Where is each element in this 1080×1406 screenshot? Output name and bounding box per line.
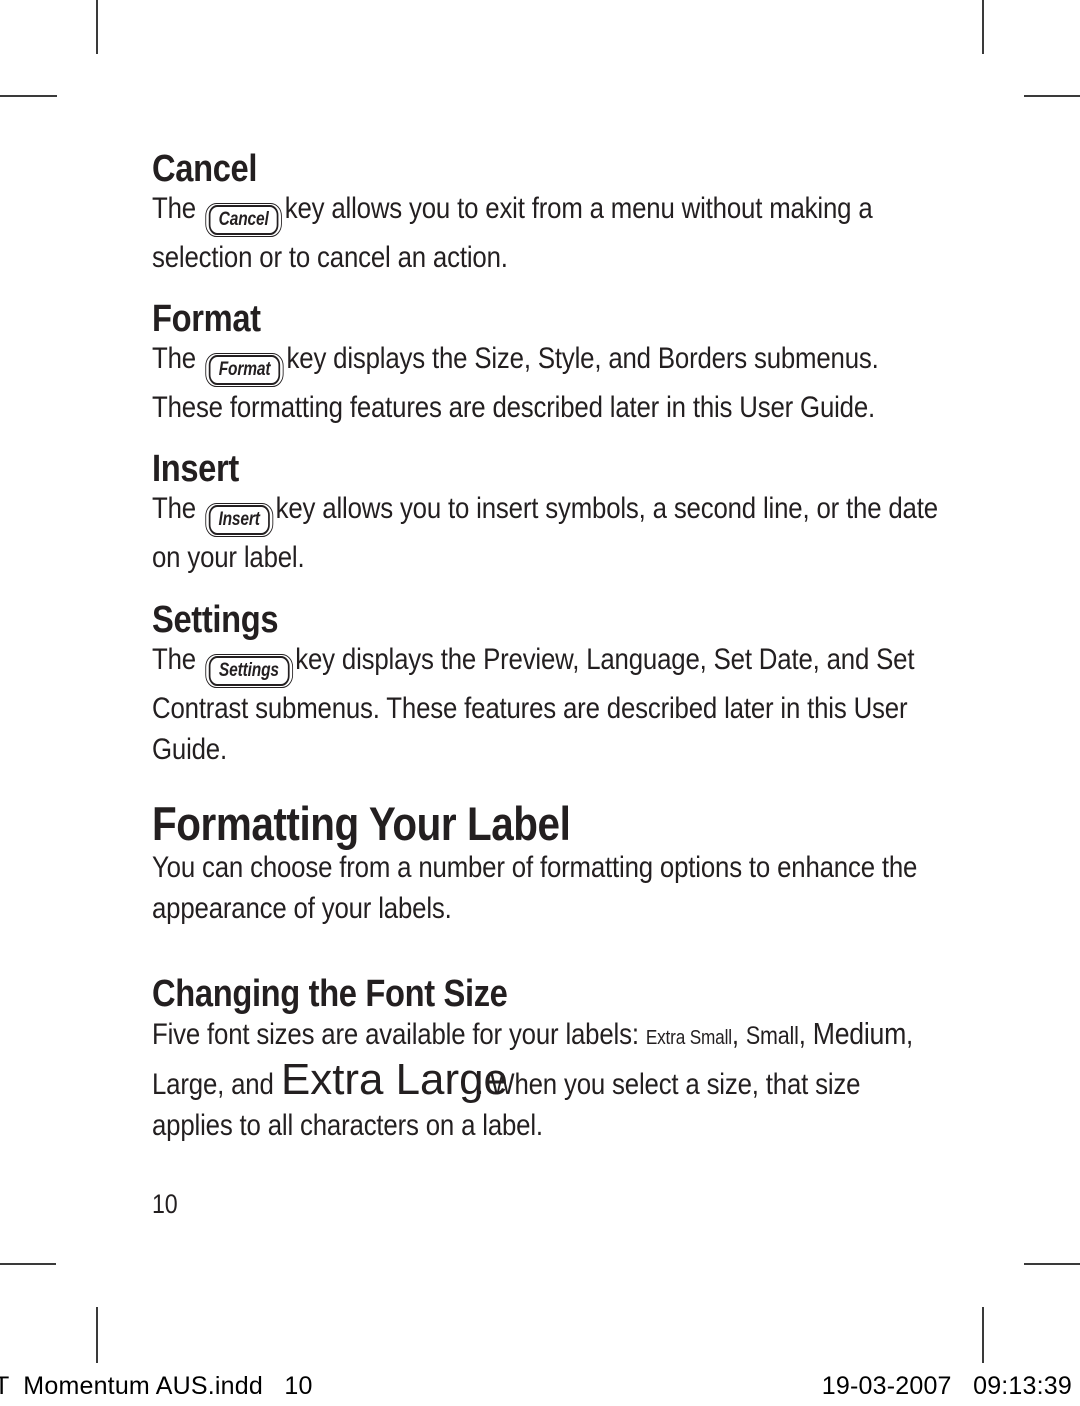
font-size-sample-medium: Medium — [812, 1016, 907, 1051]
section-heading-settings: Settings — [152, 599, 279, 641]
section-body-insert: The Insert key allows you to insert symbo… — [152, 488, 943, 578]
text-before-key: The — [152, 192, 203, 225]
key-cap-label: Cancel — [218, 209, 269, 230]
key-cap-cancel: Cancel — [205, 203, 283, 237]
font-size-sample-small: Small — [745, 1022, 799, 1050]
section-heading-insert: Insert — [152, 448, 239, 490]
crop-mark-bottom-left-vertical — [96, 1307, 98, 1363]
crop-mark-top-right-vertical — [982, 0, 984, 54]
section-body-format: The Format key displays the Size, Style, … — [152, 338, 943, 428]
font-size-intro-text: Five font sizes are available for your l… — [152, 1018, 646, 1051]
section-cancel: Cancel The Cancel key allows you to exit … — [152, 150, 1072, 278]
page-number: 10 — [152, 1189, 178, 1219]
slug-filename: T Momentum AUS.indd 10 — [0, 1372, 313, 1400]
crop-mark-top-left-horizontal — [0, 95, 57, 97]
crop-mark-top-right-horizontal — [1024, 95, 1080, 97]
font-size-sample-extra-small: Extra Small — [645, 1027, 732, 1049]
crop-mark-bottom-left-horizontal — [0, 1263, 56, 1265]
section-changing-the-font-size: Changing the Font Size Five font sizes a… — [152, 975, 1072, 1146]
key-cap-format: Format — [205, 353, 284, 387]
key-cap-insert: Insert — [205, 503, 274, 537]
section-format: Format The Format key displays the Size, … — [152, 300, 1072, 428]
section-body-settings: The Settings key displays the Preview, La… — [152, 639, 943, 770]
section-heading-changing-the-font-size: Changing the Font Size — [152, 973, 508, 1015]
text-before-key: The — [152, 492, 203, 525]
separator-comma: , — [906, 1018, 914, 1051]
crop-mark-bottom-right-horizontal — [1024, 1263, 1080, 1265]
key-cap-label: Settings — [219, 660, 280, 681]
font-size-sample-extra-large: Extra Large — [280, 1055, 508, 1104]
key-cap-label: Insert — [218, 509, 260, 530]
section-heading-format: Format — [152, 298, 261, 340]
separator-and: , and — [217, 1068, 281, 1101]
crop-mark-bottom-right-vertical — [982, 1307, 984, 1363]
text-before-key: The — [152, 342, 203, 375]
section-body-changing-the-font-size: Five font sizes are available for your l… — [152, 1013, 943, 1146]
slug-footer: T Momentum AUS.indd 10 19-03-2007 09:13:… — [0, 1372, 1080, 1406]
separator-comma: , — [798, 1018, 813, 1051]
text-before-key: The — [152, 643, 203, 676]
section-insert: Insert The Insert key allows you to inser… — [152, 450, 1072, 578]
font-size-sample-large: Large — [152, 1068, 218, 1101]
section-heading-cancel: Cancel — [152, 148, 258, 190]
separator-comma: , — [731, 1018, 746, 1051]
slug-timestamp: 19-03-2007 09:13:39 — [821, 1372, 1072, 1400]
key-cap-label: Format — [218, 359, 271, 380]
section-settings: Settings The Settings key displays the Pr… — [152, 601, 1072, 770]
key-cap-settings: Settings — [205, 654, 293, 688]
section-formatting-your-label: Formatting Your Label You can choose fro… — [152, 800, 1072, 929]
crop-mark-top-left-vertical — [96, 0, 98, 54]
section-body-cancel: The Cancel key allows you to exit from a … — [152, 188, 943, 278]
section-body-formatting-your-label: You can choose from a number of formatti… — [152, 851, 918, 925]
page-title-formatting-your-label: Formatting Your Label — [152, 797, 571, 850]
